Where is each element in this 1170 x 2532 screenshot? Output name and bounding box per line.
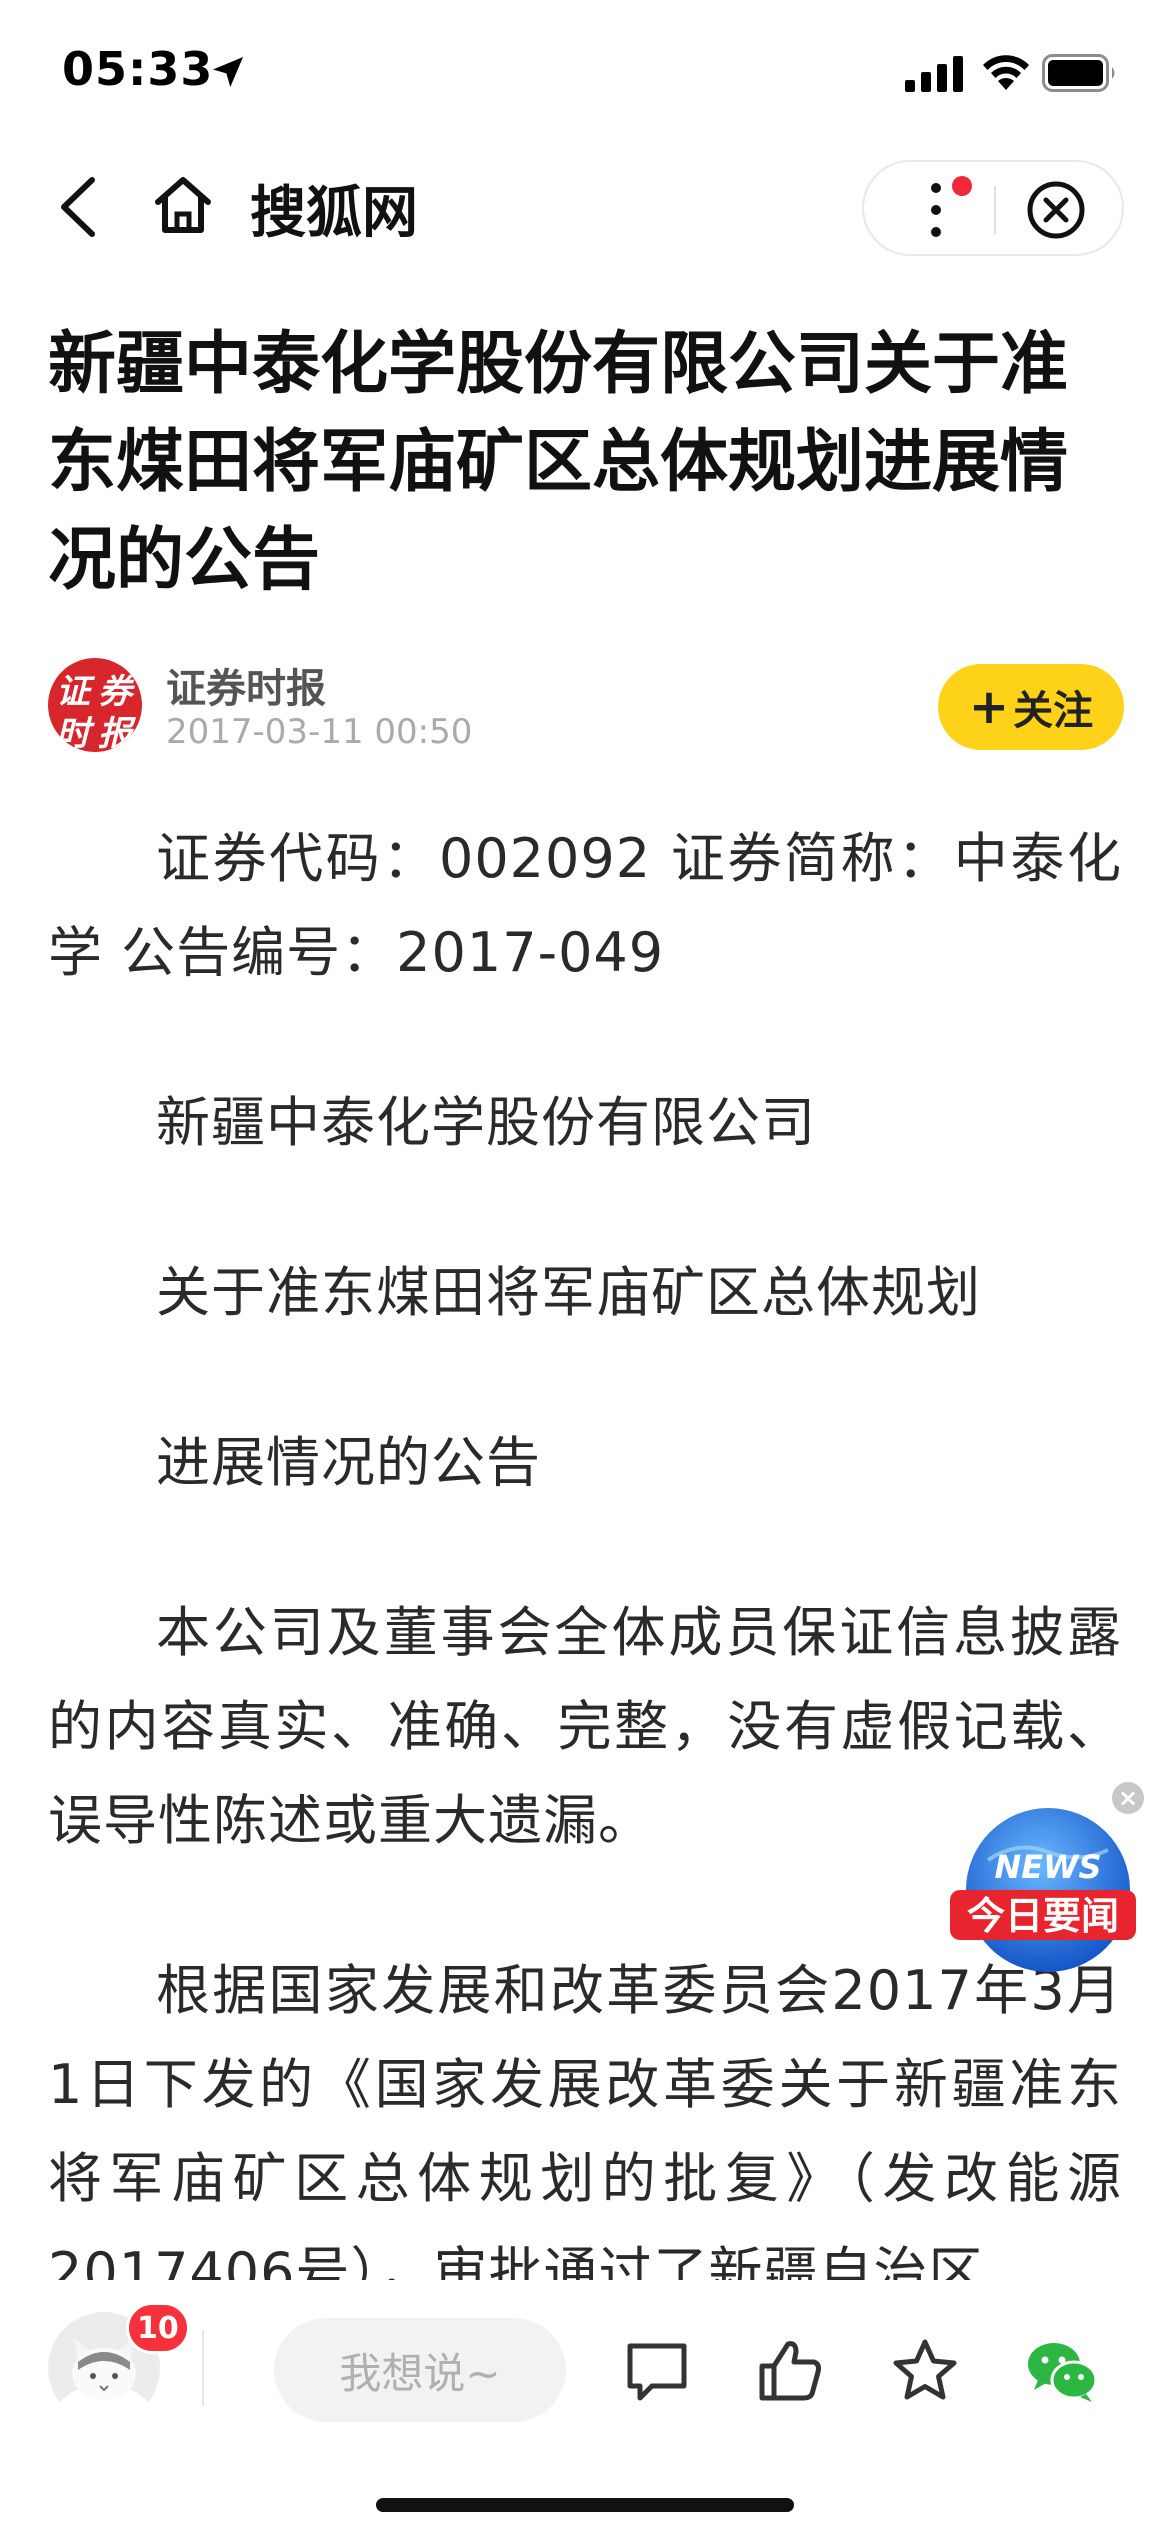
wechat-share-icon[interactable] — [1024, 2336, 1100, 2406]
nav-bar: 搜狐网 — [0, 140, 1170, 270]
author-name[interactable]: 证券时报 — [166, 656, 326, 714]
bottom-bar: 10 我想说~ — [0, 2290, 1170, 2532]
follow-label: 关注 — [1013, 688, 1094, 734]
close-circle-icon[interactable] — [1026, 180, 1086, 240]
comment-icon[interactable] — [622, 2336, 692, 2406]
follow-button[interactable]: + 关注 — [938, 664, 1124, 750]
paragraph: 关于准东煤田将军庙矿区总体规划 — [156, 1261, 981, 1324]
author-logo-char-4: 报 — [98, 714, 132, 752]
bottom-bar-divider — [202, 2330, 204, 2406]
article-body: 证券代码：002092 证券简称：中泰化学 公告编号：2017-049 新疆中泰… — [48, 812, 1122, 2280]
paragraph: 证券代码：002092 证券简称：中泰化学 公告编号：2017-049 — [48, 827, 1122, 984]
notification-badge: 10 — [126, 2302, 190, 2354]
comment-input[interactable]: 我想说~ — [274, 2318, 566, 2422]
cellular-signal-icon — [905, 56, 963, 92]
author-logo[interactable]: 证 券 时 报 — [48, 658, 142, 752]
news-widget[interactable]: NEWS 今日要闻 — [948, 1790, 1138, 1980]
star-favorite-icon[interactable] — [890, 2336, 960, 2406]
like-thumb-icon[interactable] — [756, 2336, 826, 2406]
capsule-divider — [994, 186, 996, 234]
site-name: 搜狐网 — [250, 181, 418, 246]
mini-program-capsule — [862, 160, 1124, 256]
paragraph: 根据国家发展和改革委员会2017年3月1日下发的《国家发展改革委关于新疆准东将军… — [48, 1959, 1122, 2280]
plus-icon: + — [968, 679, 1010, 735]
back-chevron-icon[interactable] — [50, 174, 110, 240]
wifi-icon — [983, 55, 1029, 90]
publish-time: 2017-03-11 00:50 — [166, 712, 473, 752]
battery-icon — [1042, 54, 1115, 92]
status-time: 05:33 — [62, 42, 214, 96]
paragraph: 新疆中泰化学股份有限公司 — [156, 1091, 816, 1154]
location-arrow-icon — [213, 57, 243, 87]
author-logo-char-3: 时 — [56, 714, 90, 752]
status-bar: 05:33 — [0, 0, 1170, 140]
news-widget-top-text: NEWS — [995, 1848, 1102, 1886]
news-widget-close-icon[interactable]: × — [1112, 1782, 1144, 1814]
paragraph: 进展情况的公告 — [156, 1431, 541, 1494]
screen: 05:33 搜狐网 新疆中泰化学股份有限公司关于准东煤田将军庙矿区总体规划进展情… — [0, 0, 1170, 2532]
home-indicator — [376, 2498, 794, 2512]
notification-dot — [952, 176, 972, 196]
article-title: 新疆中泰化学股份有限公司关于准东煤田将军庙矿区总体规划进展情况的公告 — [48, 325, 1069, 600]
more-vertical-icon[interactable] — [916, 176, 956, 244]
home-icon[interactable] — [150, 172, 216, 238]
news-widget-bottom-text: 今日要闻 — [967, 1894, 1119, 1938]
author-row: 证 券 时 报 证券时报 2017-03-11 00:50 + 关注 — [0, 650, 1170, 760]
